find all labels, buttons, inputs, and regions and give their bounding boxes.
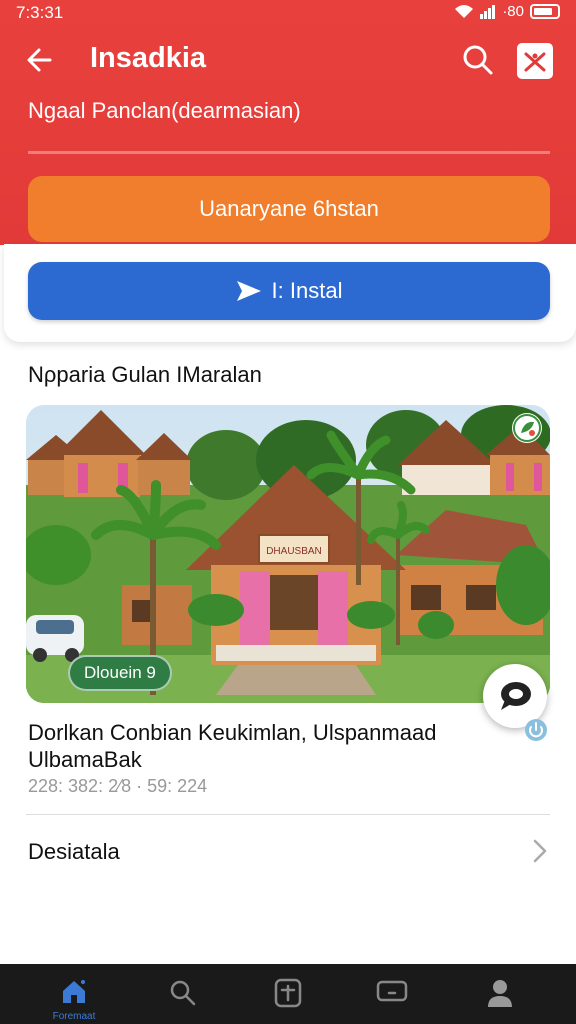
app-title: Insadkia bbox=[90, 42, 207, 74]
sign-text: DHAUSBAN bbox=[266, 546, 322, 557]
nav-home-label: Foremaat bbox=[52, 1011, 96, 1022]
leaf-logo-icon bbox=[513, 414, 541, 442]
app-bar: Insadkia bbox=[0, 32, 576, 88]
back-button[interactable] bbox=[20, 40, 60, 80]
cart-icon bbox=[524, 52, 546, 72]
nav-search[interactable] bbox=[142, 964, 222, 1024]
wifi-icon bbox=[455, 5, 474, 18]
tablet-icon bbox=[376, 980, 408, 1002]
status-icons: ·80 bbox=[454, 3, 560, 20]
search-button[interactable] bbox=[458, 40, 498, 80]
hero-image[interactable]: DHAUSBAN Dlouein 9 bbox=[26, 405, 550, 703]
profile-icon bbox=[488, 980, 512, 1007]
verified-badge bbox=[512, 413, 542, 443]
details-row[interactable]: Desiatala bbox=[0, 815, 576, 887]
battery-text: ·80 bbox=[502, 3, 524, 20]
nav-add[interactable] bbox=[248, 964, 328, 1024]
hero-badge: Dlouein 9 bbox=[68, 655, 172, 691]
listing-title: Dorlkan Conbian Keukimlan, Ulspanmaad Ul… bbox=[28, 720, 437, 772]
nav-profile[interactable] bbox=[460, 964, 540, 1024]
details-label: Desiatala bbox=[28, 839, 120, 864]
chevron-right-icon bbox=[533, 839, 547, 863]
add-icon bbox=[274, 978, 302, 1008]
search-icon bbox=[170, 980, 196, 1006]
primary-action-button[interactable]: Uanaryane 6hstan bbox=[28, 176, 550, 242]
signal-icon bbox=[480, 5, 496, 19]
cart-button[interactable] bbox=[517, 43, 553, 79]
nav-home[interactable]: Foremaat bbox=[34, 964, 114, 1024]
status-bar: 7:3:31 ·80 bbox=[0, 0, 576, 26]
install-button[interactable]: I: Instal bbox=[28, 262, 550, 320]
section-title: Nρparia Gulan IMaralan bbox=[28, 362, 262, 387]
search-icon bbox=[463, 45, 493, 75]
send-icon bbox=[236, 281, 261, 301]
battery-icon bbox=[530, 4, 560, 19]
status-time: 7:3:31 bbox=[16, 3, 64, 22]
home-icon bbox=[63, 980, 85, 1003]
back-arrow-icon bbox=[27, 48, 52, 72]
listing-meta: 228: 382: 2⁄8 · 59: 224 bbox=[28, 776, 208, 796]
install-label: I: Instal bbox=[271, 278, 343, 303]
bottom-nav: Foremaat bbox=[0, 964, 576, 1024]
subtitle: Ngaal Panclan(dearmasian) bbox=[28, 98, 301, 123]
header-divider bbox=[28, 151, 550, 154]
nav-tablet[interactable] bbox=[350, 964, 430, 1024]
refresh-icon[interactable] bbox=[524, 718, 548, 742]
